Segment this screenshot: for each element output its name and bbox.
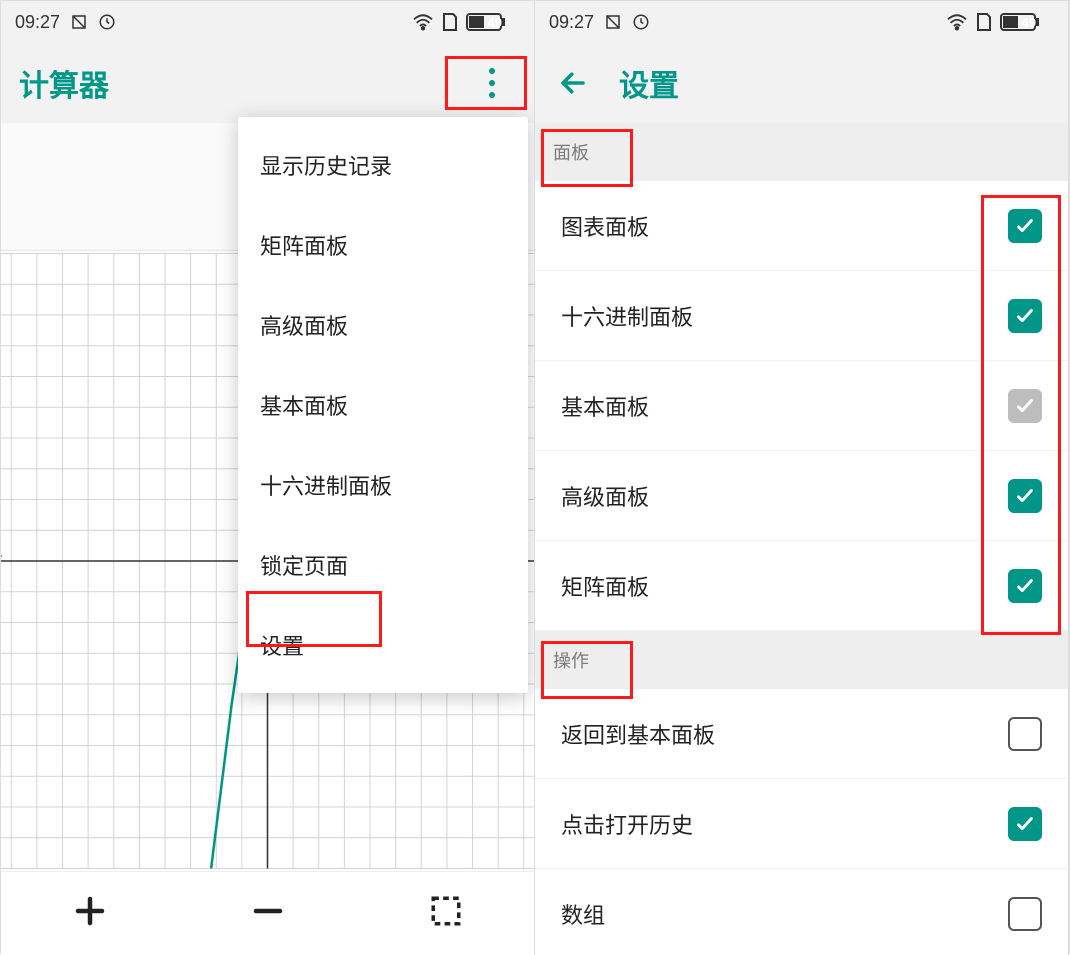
setting-label: 数组: [561, 898, 1008, 930]
app-bar-calculator: 计算器: [1, 43, 534, 123]
menu-item-advanced[interactable]: 高级面板: [238, 285, 528, 365]
sim-icon: [976, 12, 992, 32]
phone-left: 09:27 49 计算器: [1, 1, 535, 955]
setting-label: 点击打开历史: [561, 808, 1008, 840]
menu-item-matrix[interactable]: 矩阵面板: [238, 205, 528, 285]
settings-list[interactable]: 面板 图表面板 十六进制面板 基本面板 高级面板 矩阵面板 操作 返回到基本面板…: [535, 123, 1068, 955]
setting-matrix-panel[interactable]: 矩阵面板: [535, 541, 1068, 631]
svg-text:Y: Y: [1, 554, 3, 566]
app-title: 计算器: [19, 61, 109, 105]
setting-hex-panel[interactable]: 十六进制面板: [535, 271, 1068, 361]
settings-title: 设置: [619, 61, 679, 105]
menu-item-history[interactable]: 显示历史记录: [238, 125, 528, 205]
check-icon: [1014, 305, 1036, 327]
battery-level: 49: [488, 15, 502, 30]
wifi-icon: [412, 13, 434, 31]
crop-button[interactable]: [429, 894, 463, 933]
sim-icon: [442, 12, 458, 32]
setting-label: 高级面板: [561, 480, 1008, 512]
more-menu-button[interactable]: [468, 59, 516, 107]
selection-icon: [429, 894, 463, 928]
checkbox-checked[interactable]: [1008, 479, 1042, 513]
status-bar: 09:27 49: [535, 1, 1068, 43]
clock-icon: [98, 13, 116, 31]
zoom-out-button[interactable]: [250, 893, 286, 934]
setting-chart-panel[interactable]: 图表面板: [535, 181, 1068, 271]
battery-level: 49: [1022, 15, 1036, 30]
setting-basic-panel[interactable]: 基本面板: [535, 361, 1068, 451]
menu-item-lock[interactable]: 锁定页面: [238, 525, 528, 605]
checkbox-unchecked[interactable]: [1008, 897, 1042, 931]
checkbox-checked[interactable]: [1008, 299, 1042, 333]
checkbox-checked[interactable]: [1008, 569, 1042, 603]
setting-label: 图表面板: [561, 210, 1008, 242]
menu-item-settings[interactable]: 设置: [238, 605, 528, 685]
setting-label: 十六进制面板: [561, 300, 1008, 332]
graph-toolbar: [1, 871, 534, 955]
overflow-menu: 显示历史记录 矩阵面板 高级面板 基本面板 十六进制面板 锁定页面 设置: [238, 117, 528, 693]
checkbox-unchecked[interactable]: [1008, 717, 1042, 751]
arrow-left-icon: [558, 68, 588, 98]
screenshot-icon: [604, 13, 622, 31]
zoom-in-button[interactable]: [72, 893, 108, 934]
battery-icon: 49: [1000, 13, 1054, 31]
section-header-panels: 面板: [535, 123, 1068, 181]
clock-icon: [632, 13, 650, 31]
wifi-icon: [946, 13, 968, 31]
back-button[interactable]: [553, 63, 593, 103]
checkbox-checked[interactable]: [1008, 209, 1042, 243]
section-header-actions: 操作: [535, 631, 1068, 689]
check-icon: [1014, 215, 1036, 237]
setting-open-history[interactable]: 点击打开历史: [535, 779, 1068, 869]
setting-array[interactable]: 数组: [535, 869, 1068, 955]
setting-label: 基本面板: [561, 390, 1008, 422]
check-icon: [1014, 395, 1036, 417]
more-vert-icon: [488, 67, 496, 99]
menu-item-basic[interactable]: 基本面板: [238, 365, 528, 445]
status-time: 09:27: [549, 12, 594, 33]
menu-item-hex[interactable]: 十六进制面板: [238, 445, 528, 525]
plus-icon: [72, 893, 108, 929]
screenshot-icon: [70, 13, 88, 31]
setting-return-basic[interactable]: 返回到基本面板: [535, 689, 1068, 779]
setting-advanced-panel[interactable]: 高级面板: [535, 451, 1068, 541]
checkbox-disabled: [1008, 389, 1042, 423]
app-bar-settings: 设置: [535, 43, 1068, 123]
check-icon: [1014, 485, 1036, 507]
minus-icon: [250, 893, 286, 929]
battery-icon: 49: [466, 13, 520, 31]
setting-label: 矩阵面板: [561, 570, 1008, 602]
checkbox-checked[interactable]: [1008, 807, 1042, 841]
status-time: 09:27: [15, 12, 60, 33]
status-bar: 09:27 49: [1, 1, 534, 43]
check-icon: [1014, 813, 1036, 835]
setting-label: 返回到基本面板: [561, 718, 1008, 750]
phone-right: 09:27 49 设置 面板: [535, 1, 1069, 955]
check-icon: [1014, 575, 1036, 597]
